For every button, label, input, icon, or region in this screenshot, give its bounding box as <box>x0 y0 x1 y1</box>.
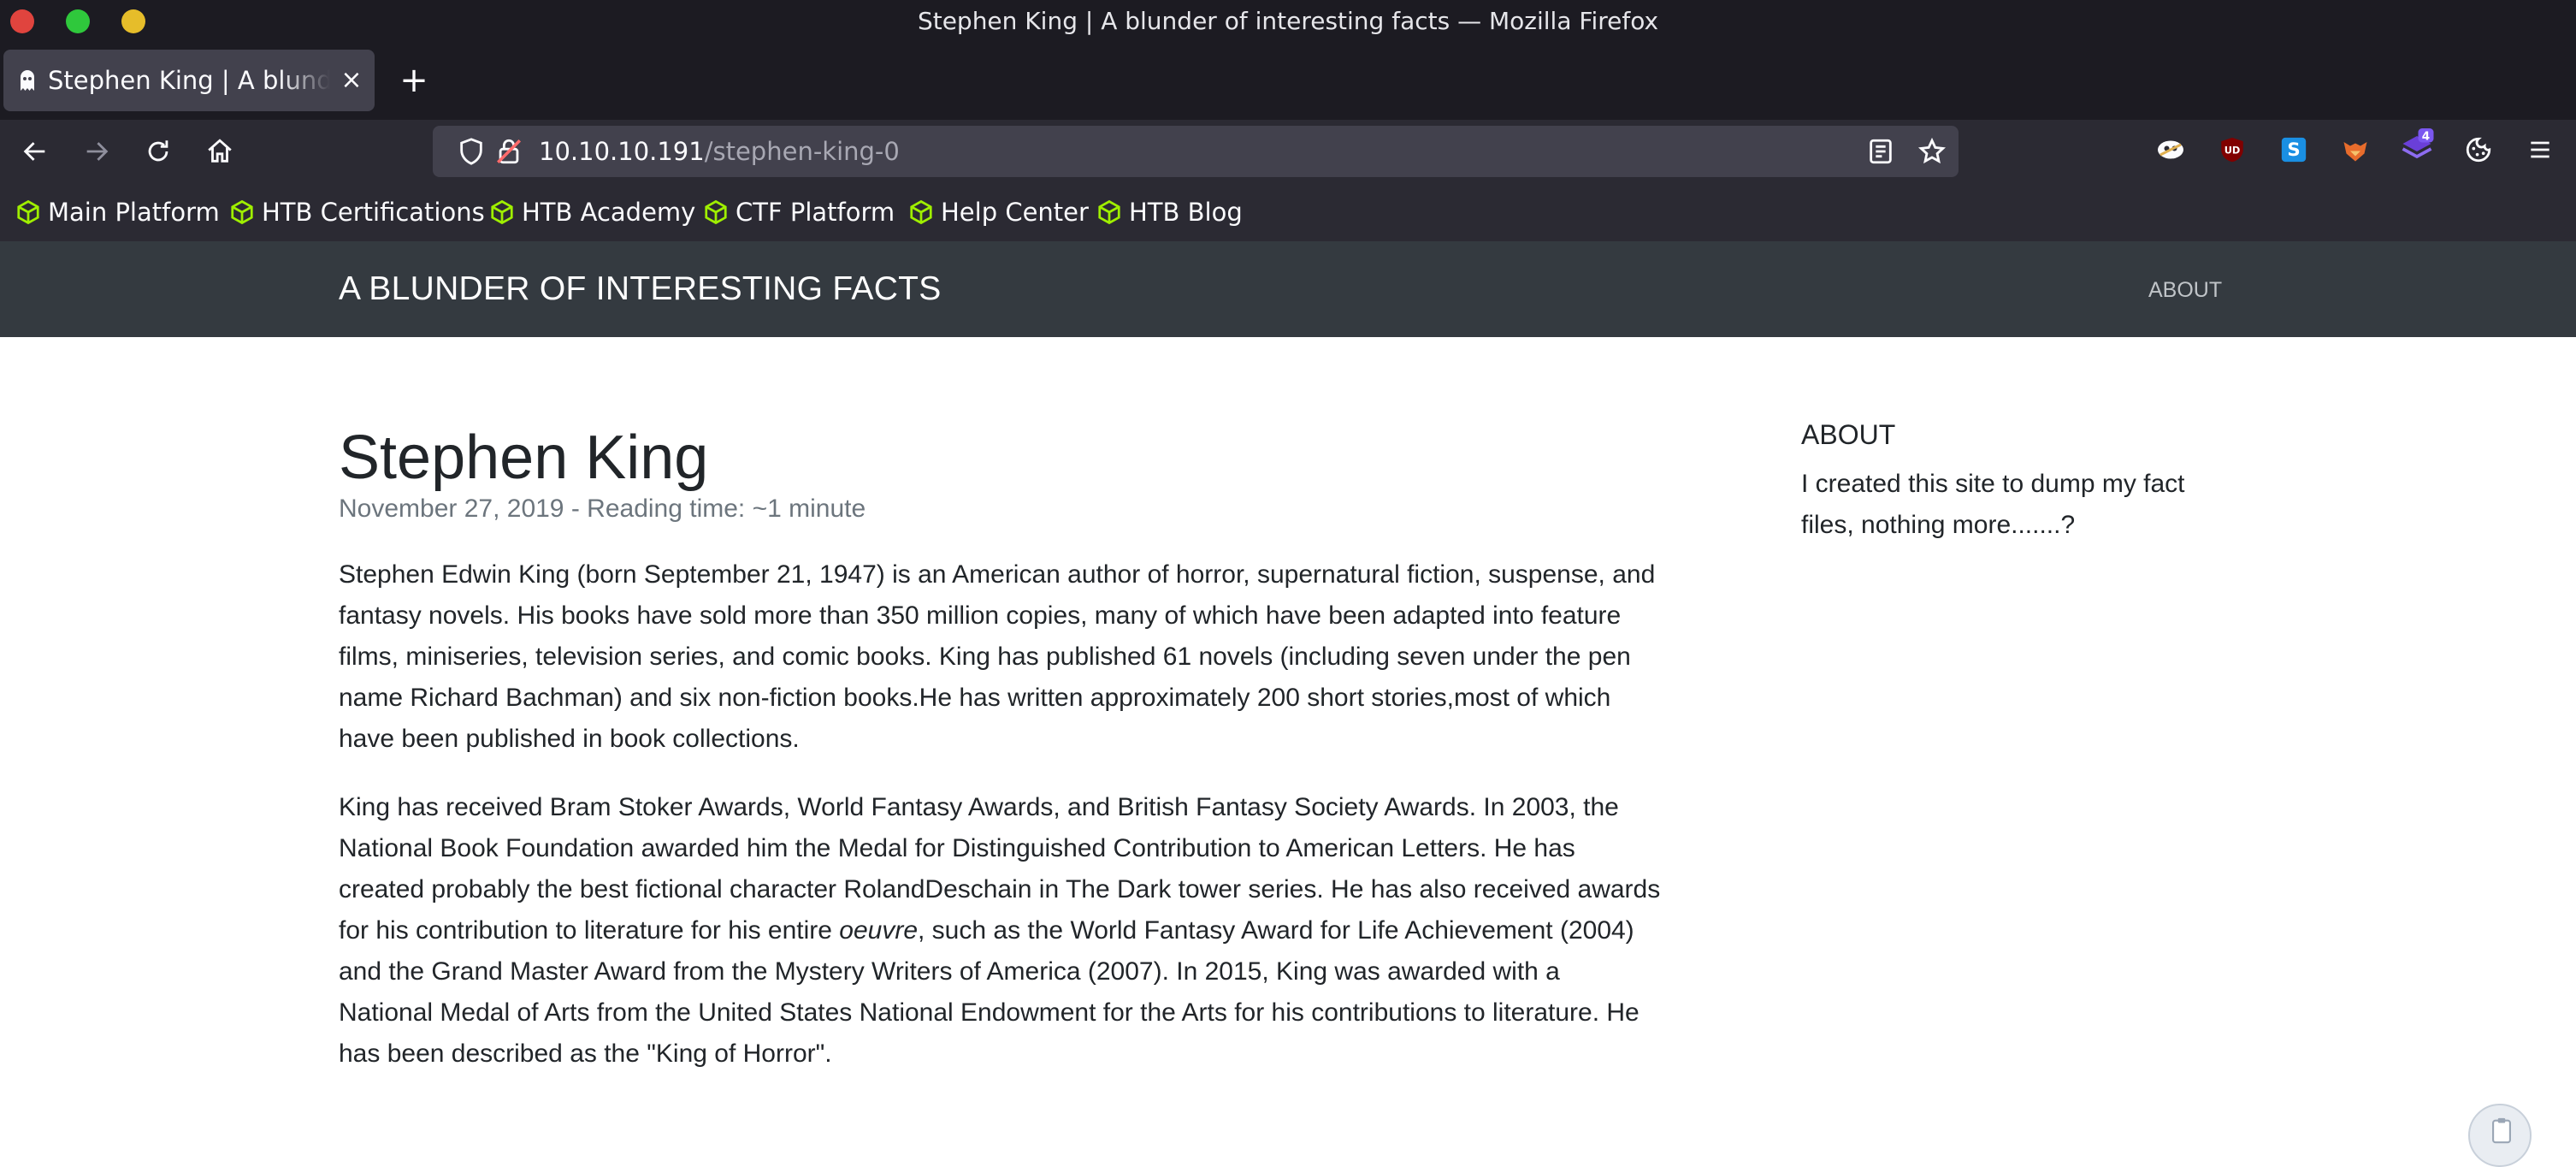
site-brand-link[interactable]: A BLUNDER OF INTERESTING FACTS <box>339 269 942 310</box>
tab-title: Stephen King | A blunder of interesting … <box>48 66 330 95</box>
forward-arrow-icon <box>86 142 109 161</box>
paragraph-line: name Richard Bachman) and six non-fictio… <box>339 684 1611 712</box>
htb-cube-icon <box>491 199 513 225</box>
star-icon[interactable] <box>1917 137 1947 166</box>
oeuvre-emphasis: oeuvre <box>839 916 919 945</box>
bookmarks-toolbar: Main Platform HTB Certifications HTB Aca… <box>0 183 2576 241</box>
bookmark-label: HTB Academy <box>522 198 696 227</box>
paragraph-line: created probably the best fictional char… <box>339 875 1661 903</box>
bookmark-htb-academy[interactable]: HTB Academy <box>489 193 695 231</box>
paragraph-line: , such as the World Fantasy Award for Li… <box>918 916 1634 945</box>
tab-active[interactable]: Stephen King | A blunder of interesting … <box>3 50 375 111</box>
stack-extension-icon[interactable]: 4 <box>2399 127 2435 166</box>
post-article: Stephen King November 27, 2019 - Reading… <box>339 423 1758 1075</box>
htb-cube-icon <box>705 199 727 225</box>
bookmark-label: CTF Platform <box>736 198 895 227</box>
post-body: Stephen Edwin King (born September 21, 1… <box>339 554 1758 1075</box>
site-header: A BLUNDER OF INTERESTING FACTS ABOUT <box>0 241 2576 337</box>
post-title: Stephen King <box>339 424 709 492</box>
paragraph-line: fantasy novels. His books have sold more… <box>339 601 1622 630</box>
svg-text:UD: UD <box>2224 144 2241 156</box>
close-icon[interactable]: × <box>337 63 366 98</box>
sidebar-heading: ABOUT <box>1801 419 1896 450</box>
bookmark-htb-blog[interactable]: HTB Blog <box>1096 193 1243 231</box>
sidebar-text: I created this site to dump my fact file… <box>1801 464 2246 546</box>
paragraph-line: Stephen Edwin King (born September 21, 1… <box>339 560 1656 589</box>
bookmark-main-platform[interactable]: Main Platform <box>15 193 220 231</box>
sidebar-text-line: I created this site to dump my fact <box>1801 470 2185 498</box>
bookmark-htb-certifications[interactable]: HTB Certifications <box>229 193 485 231</box>
s-extension-icon[interactable]: S <box>2276 130 2312 169</box>
new-tab-button[interactable]: + <box>395 60 433 101</box>
paragraph-line: and the Grand Master Award from the Myst… <box>339 957 1560 986</box>
paragraph-line: King has received Bram Stoker Awards, Wo… <box>339 793 1619 821</box>
svg-text:S: S <box>2287 139 2300 161</box>
htb-cube-icon <box>1098 199 1120 225</box>
menu-icon[interactable] <box>2522 130 2558 169</box>
post-paragraph-1: Stephen Edwin King (born September 21, 1… <box>339 554 1758 760</box>
paragraph-line: films, miniseries, television series, an… <box>339 643 1631 671</box>
reload-icon <box>148 140 168 162</box>
back-button[interactable] <box>12 128 58 175</box>
sidebar-text-line: files, nothing more.......? <box>1801 511 2076 539</box>
home-button[interactable] <box>197 128 243 175</box>
url-text[interactable]: 10.10.10.191/stephen-king-0 <box>539 134 900 169</box>
bookmark-help-center[interactable]: Help Center <box>908 193 1089 231</box>
fox-extension-icon[interactable] <box>2337 130 2373 169</box>
ghost-extension-icon[interactable] <box>2153 130 2189 169</box>
paragraph-line: has been described as the "King of Horro… <box>339 1040 832 1068</box>
bookmark-ctf-platform[interactable]: CTF Platform <box>703 193 895 231</box>
clipboard-icon <box>2492 1117 2511 1144</box>
tab-strip: Stephen King | A blunder of interesting … <box>0 43 2576 120</box>
window-titlebar: Stephen King | A blunder of interesting … <box>0 0 2576 43</box>
paragraph-line: have been published in book collections. <box>339 725 800 753</box>
sidebar-about: ABOUT I created this site to dump my fac… <box>1801 418 2246 546</box>
home-icon <box>208 139 232 163</box>
back-arrow-icon <box>23 142 45 161</box>
reader-view-icon[interactable] <box>1866 137 1895 166</box>
ublock-icon[interactable]: UD <box>2214 130 2250 169</box>
htb-cube-icon <box>17 199 39 225</box>
cookie-icon[interactable] <box>2461 130 2496 169</box>
paragraph-line: for his contribution to literature for h… <box>339 916 840 945</box>
forward-button[interactable] <box>74 128 120 175</box>
paragraph-line: National Book Foundation awarded him the… <box>339 834 1575 862</box>
window-title: Stephen King | A blunder of interesting … <box>917 7 1659 35</box>
ghost-icon <box>17 68 38 92</box>
bookmark-label: Main Platform <box>48 198 220 227</box>
htb-cube-icon <box>231 199 253 225</box>
shield-icon[interactable] <box>457 137 486 166</box>
url-path: /stephen-king-0 <box>704 137 900 166</box>
post-paragraph-2: King has received Bram Stoker Awards, Wo… <box>339 787 1758 1075</box>
nav-about-link[interactable]: ABOUT <box>2148 275 2222 305</box>
insecure-lock-icon[interactable] <box>494 137 523 166</box>
navigation-toolbar: 10.10.10.191/stephen-king-0 UD S 4 <box>0 120 2576 183</box>
post-meta: November 27, 2019 - Reading time: ~1 min… <box>339 495 866 523</box>
htb-cube-icon <box>910 199 932 225</box>
url-bar[interactable]: 10.10.10.191/stephen-king-0 <box>433 126 1959 177</box>
url-host: 10.10.10.191 <box>539 137 705 166</box>
bookmark-label: Help Center <box>941 198 1089 227</box>
reload-button[interactable] <box>135 128 181 175</box>
clipboard-widget-button[interactable] <box>2468 1104 2532 1167</box>
bookmark-label: HTB Certifications <box>262 198 485 227</box>
bookmark-label: HTB Blog <box>1129 198 1243 227</box>
paragraph-line: National Medal of Arts from the United S… <box>339 998 1640 1027</box>
svg-text:4: 4 <box>2422 130 2430 144</box>
